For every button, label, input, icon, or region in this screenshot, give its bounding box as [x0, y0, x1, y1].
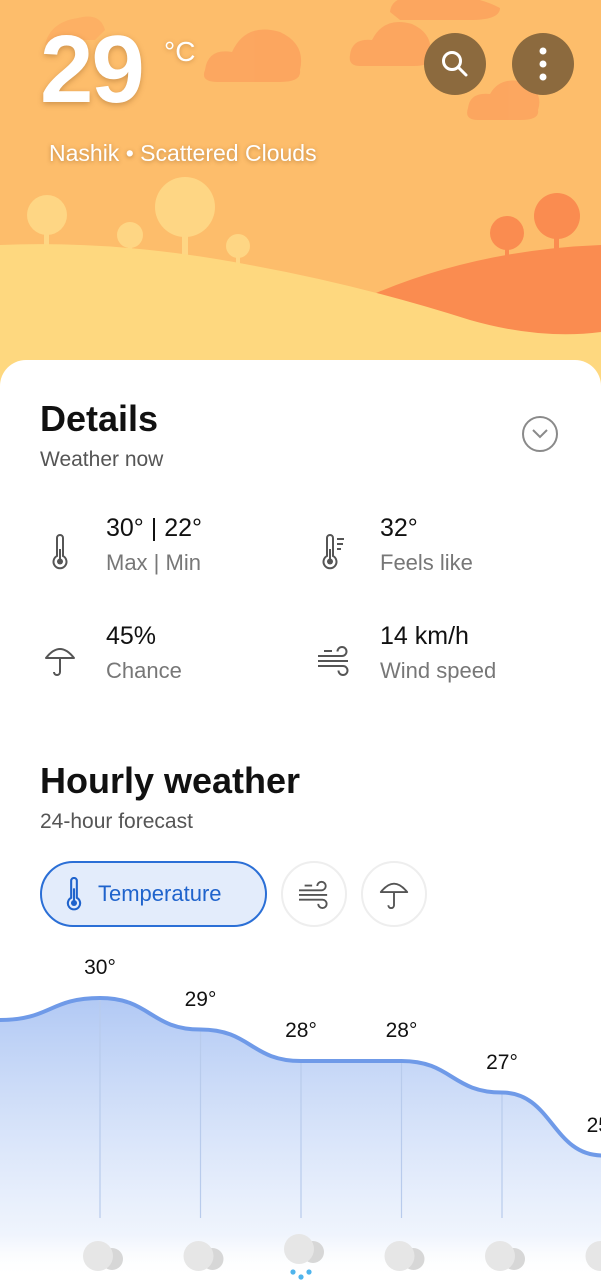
stat-label: Max | Min — [106, 550, 201, 575]
hourly-subtitle: 24-hour forecast — [40, 810, 193, 833]
chart-data-label: 27° — [486, 1050, 518, 1074]
hourly-title: Hourly weather — [40, 760, 301, 801]
more-options-button[interactable] — [512, 33, 574, 95]
tab-temperature[interactable]: Temperature — [40, 861, 267, 927]
details-subtitle: Weather now — [40, 448, 164, 471]
thermometer-icon — [52, 534, 68, 570]
umbrella-icon — [45, 648, 75, 676]
wind-icon — [299, 880, 328, 909]
tab-label: Temperature — [98, 881, 222, 906]
current-temperature: 29 — [40, 16, 145, 123]
stat-feels-like: 32° Feels like — [314, 514, 554, 584]
stat-value: 30° | 22° — [106, 514, 202, 542]
search-icon — [442, 51, 468, 77]
stat-max-min: 30° | 22° Max | Min — [40, 514, 280, 584]
weather-hero: 29 °C Nashik • Scattered Clouds — [0, 0, 601, 400]
hourly-temperature-chart[interactable]: 30° 29° 28° 28° 27° 25° — [0, 950, 601, 1280]
more-vertical-icon — [539, 47, 547, 81]
umbrella-icon — [379, 882, 409, 909]
chart-data-label: 25° — [586, 1113, 601, 1137]
chart-canvas — [0, 995, 601, 1280]
stat-value: 14 km/h — [380, 622, 469, 650]
details-title: Details — [40, 398, 159, 439]
stat-rain-chance: 45% Chance — [40, 622, 280, 692]
search-button[interactable] — [424, 33, 486, 95]
location-condition: Nashik • Scattered Clouds — [49, 140, 317, 166]
tab-wind[interactable] — [281, 861, 347, 927]
feels-like-thermometer-icon — [322, 534, 344, 570]
collapse-details-button[interactable] — [522, 416, 558, 452]
stat-label: Feels like — [380, 550, 473, 575]
chart-data-label: 28° — [385, 1019, 418, 1042]
stat-value: 32° — [380, 514, 418, 542]
tab-precipitation[interactable] — [361, 861, 427, 927]
wind-icon — [318, 646, 349, 676]
stat-value: 45% — [106, 622, 157, 650]
stat-label: Wind speed — [380, 658, 497, 683]
chart-data-label: 28° — [285, 1019, 317, 1042]
thermometer-icon — [66, 877, 82, 911]
hourly-metric-tabs: Temperature — [40, 861, 427, 927]
stat-wind-speed: 14 km/h Wind speed — [314, 622, 554, 692]
chart-data-label: 29° — [184, 987, 217, 1011]
chevron-down-icon — [532, 429, 548, 439]
stat-label: Chance — [106, 658, 182, 683]
chart-data-label: 30° — [84, 956, 116, 979]
temperature-unit: °C — [164, 36, 196, 67]
